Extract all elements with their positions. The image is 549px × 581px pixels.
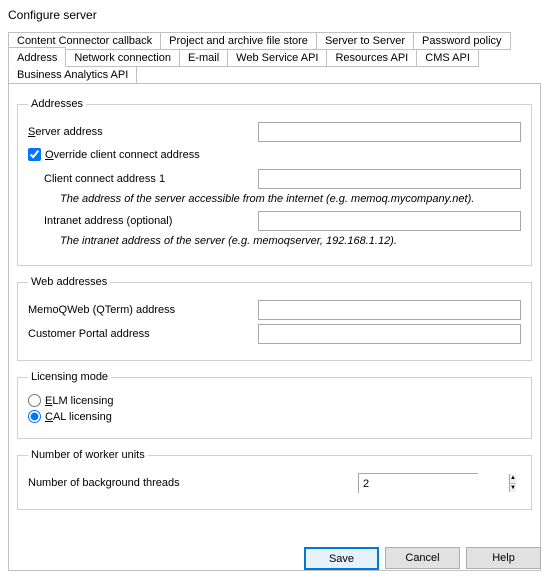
intranet-address-label: Intranet address (optional) xyxy=(44,215,258,227)
cal-radio[interactable] xyxy=(28,410,41,423)
tab-business-analytics-api[interactable]: Business Analytics API xyxy=(8,66,137,84)
override-checkbox[interactable] xyxy=(28,148,41,161)
threads-spinner[interactable]: ▲ ▼ xyxy=(358,473,478,493)
tab-panel-address: Addresses Server address Override client… xyxy=(8,83,541,571)
threads-input[interactable] xyxy=(359,474,509,494)
tab-network-connection[interactable]: Network connection xyxy=(65,49,180,67)
tabs-row-1: Content Connector callback Project and a… xyxy=(8,32,541,49)
tab-email[interactable]: E-mail xyxy=(179,49,228,67)
tabs-row-2: Address Network connection E-mail Web Se… xyxy=(8,49,541,83)
client-connect-label: Client connect address 1 xyxy=(44,173,258,185)
cancel-button[interactable]: Cancel xyxy=(385,547,460,569)
help-button[interactable]: Help xyxy=(466,547,541,569)
intranet-address-input[interactable] xyxy=(258,211,521,231)
tab-cms-api[interactable]: CMS API xyxy=(416,49,479,67)
cal-label: CAL licensing xyxy=(45,411,112,423)
addresses-legend: Addresses xyxy=(28,98,86,110)
page-title: Configure server xyxy=(8,8,541,22)
qterm-address-label: MemoQWeb (QTerm) address xyxy=(28,304,258,316)
tab-project-archive-file-store[interactable]: Project and archive file store xyxy=(160,32,317,50)
override-label: Override client connect address xyxy=(45,149,200,161)
threads-label: Number of background threads xyxy=(28,477,358,489)
spinner-up-icon[interactable]: ▲ xyxy=(510,474,516,484)
portal-address-label: Customer Portal address xyxy=(28,328,258,340)
spinner-down-icon[interactable]: ▼ xyxy=(510,484,516,493)
tab-server-to-server[interactable]: Server to Server xyxy=(316,32,414,50)
licensing-group: Licensing mode ELM licensing CAL licensi… xyxy=(17,371,532,439)
footer-buttons: Save Cancel Help xyxy=(304,547,541,570)
elm-label: ELM licensing xyxy=(45,395,113,407)
web-addresses-legend: Web addresses xyxy=(28,276,110,288)
tab-resources-api[interactable]: Resources API xyxy=(326,49,417,67)
server-address-input[interactable] xyxy=(258,122,521,142)
portal-address-input[interactable] xyxy=(258,324,521,344)
server-address-label: Server address xyxy=(28,126,258,138)
intranet-address-note: The intranet address of the server (e.g.… xyxy=(60,235,521,247)
client-connect-note: The address of the server accessible fro… xyxy=(60,193,521,205)
web-addresses-group: Web addresses MemoQWeb (QTerm) address C… xyxy=(17,276,532,361)
tab-address[interactable]: Address xyxy=(8,47,66,67)
addresses-group: Addresses Server address Override client… xyxy=(17,98,532,266)
licensing-legend: Licensing mode xyxy=(28,371,111,383)
tab-web-service-api[interactable]: Web Service API xyxy=(227,49,327,67)
save-button[interactable]: Save xyxy=(304,547,379,570)
worker-units-group: Number of worker units Number of backgro… xyxy=(17,449,532,510)
qterm-address-input[interactable] xyxy=(258,300,521,320)
client-connect-input[interactable] xyxy=(258,169,521,189)
elm-radio[interactable] xyxy=(28,394,41,407)
tab-password-policy[interactable]: Password policy xyxy=(413,32,510,50)
worker-units-legend: Number of worker units xyxy=(28,449,148,461)
